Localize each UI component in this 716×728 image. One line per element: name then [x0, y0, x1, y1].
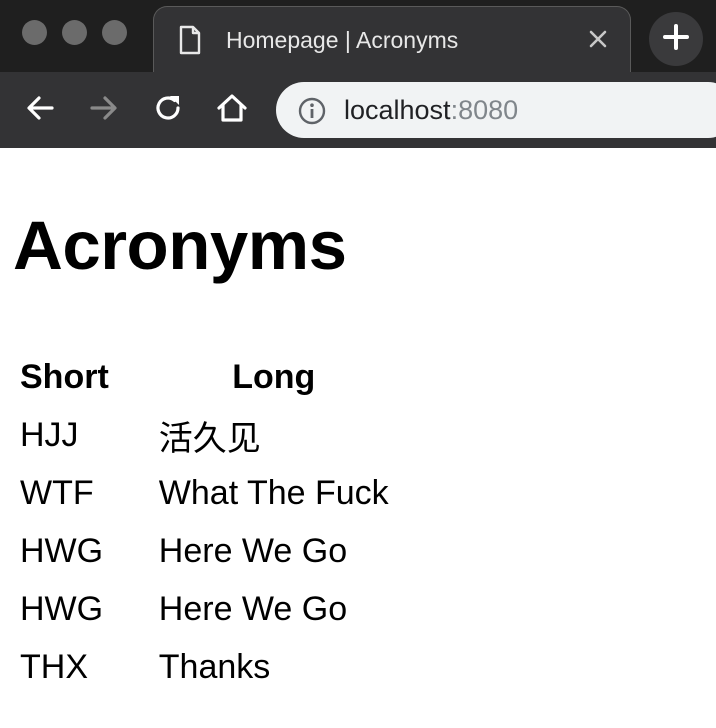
close-window-button[interactable]	[22, 20, 47, 45]
browser-chrome: Homepage | Acronyms localhost:8080	[0, 0, 716, 148]
address-bar[interactable]: localhost:8080	[276, 82, 716, 138]
page-title: Acronyms	[13, 207, 347, 284]
new-tab-button[interactable]	[649, 12, 703, 66]
cell-long: 活久见	[158, 418, 261, 459]
forward-button[interactable]	[84, 90, 124, 130]
table-row: THX Thanks	[14, 638, 395, 696]
tab-active[interactable]: Homepage | Acronyms	[153, 6, 631, 72]
back-button[interactable]	[20, 90, 60, 130]
back-arrow-icon	[25, 93, 55, 128]
column-header-short: Short	[20, 357, 109, 396]
reload-button[interactable]	[148, 90, 188, 130]
browser-toolbar: localhost:8080	[0, 72, 716, 148]
url-text[interactable]: localhost:8080	[344, 95, 518, 126]
cell-long: Here We Go	[158, 531, 348, 570]
cell-short: WTF	[20, 473, 94, 512]
table-row: HJJ 活久见	[14, 406, 395, 464]
minimize-window-button[interactable]	[62, 20, 87, 45]
home-icon	[216, 92, 248, 129]
home-button[interactable]	[212, 90, 252, 130]
url-host: localhost	[344, 95, 451, 125]
table-row: HWG Here We Go	[14, 580, 395, 638]
column-header-long: Long	[232, 357, 316, 396]
reload-icon	[152, 92, 184, 129]
url-port: :8080	[450, 95, 519, 125]
cell-long: What The Fuck	[158, 473, 389, 512]
close-icon[interactable]	[586, 27, 610, 51]
table-row: HWG Here We Go	[14, 522, 395, 580]
tab-strip: Homepage | Acronyms	[0, 0, 716, 72]
info-icon[interactable]	[298, 97, 326, 130]
forward-arrow-icon	[89, 93, 119, 128]
cell-short: THX	[20, 647, 88, 686]
cell-long: Thanks	[158, 647, 271, 686]
window-controls	[22, 20, 127, 45]
table-header-row: Short Long	[14, 348, 395, 406]
cell-long: Here We Go	[158, 589, 348, 628]
table-row: WTF What The Fuck	[14, 464, 395, 522]
cell-short: HJJ	[20, 415, 79, 454]
maximize-window-button[interactable]	[102, 20, 127, 45]
plus-icon	[663, 23, 689, 55]
tab-title: Homepage | Acronyms	[226, 27, 459, 53]
cell-short: HWG	[20, 589, 104, 628]
acronyms-table: Short Long HJJ 活久见 WTF What The Fuck HWG…	[14, 348, 395, 696]
cell-short: HWG	[20, 531, 104, 570]
page-icon	[178, 25, 202, 60]
